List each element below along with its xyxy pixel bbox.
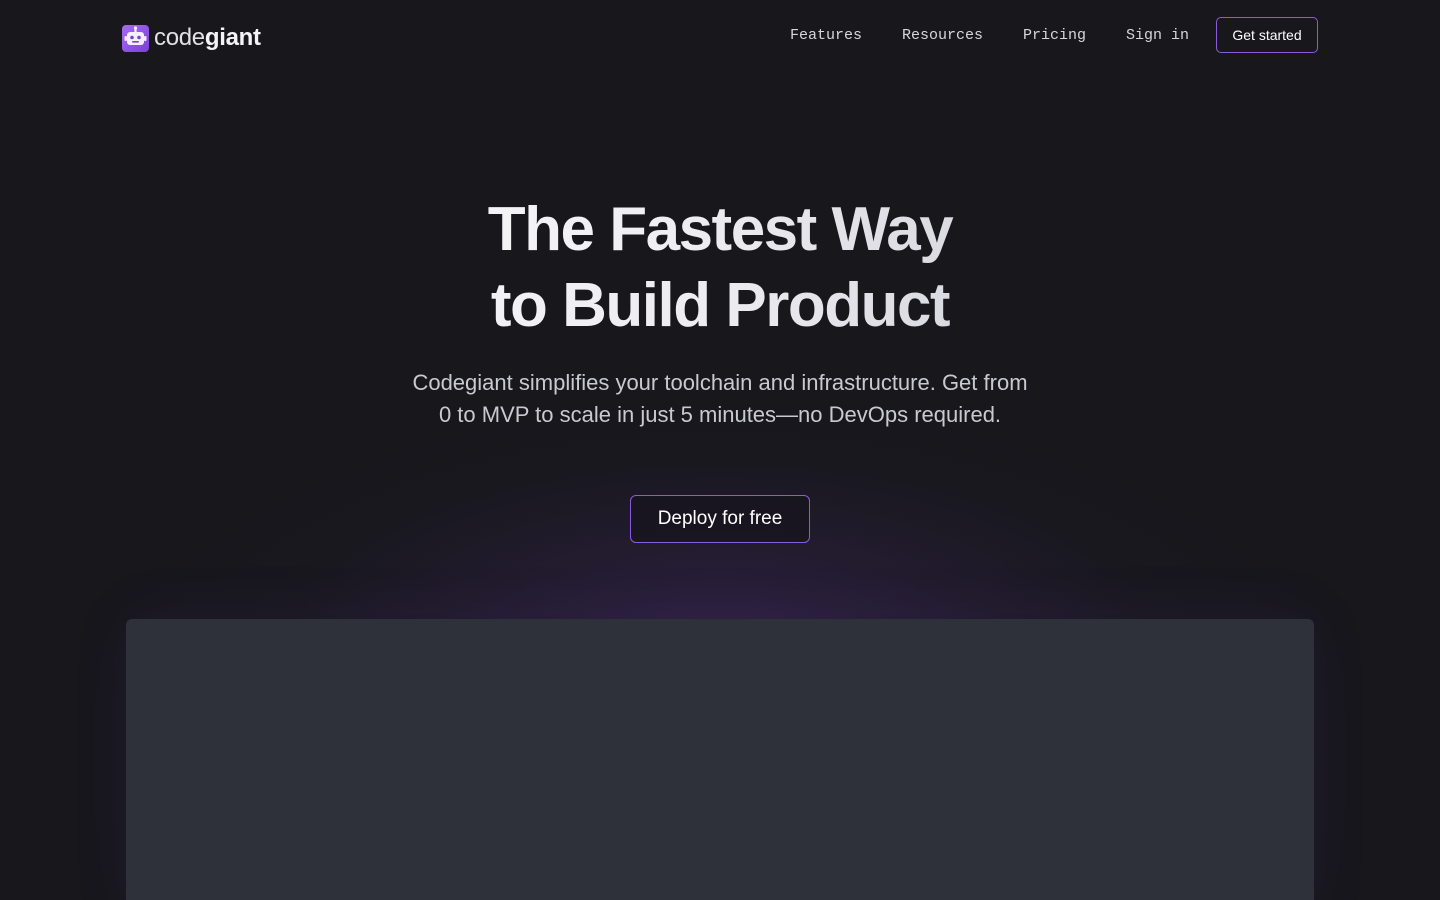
landing-page: codegiant Features Resources Pricing Sig… bbox=[0, 0, 1440, 900]
hero-subtitle: Codegiant simplifies your toolchain and … bbox=[412, 370, 1028, 427]
robot-logo-icon bbox=[122, 24, 149, 52]
brand-name-bold: giant bbox=[204, 24, 261, 51]
hero-title-line-1: The Fastest Way bbox=[0, 192, 1440, 268]
hero-title-line-2: to Build Product bbox=[0, 268, 1440, 344]
nav-link-features[interactable]: Features bbox=[790, 27, 862, 44]
get-started-button[interactable]: Get started bbox=[1216, 17, 1318, 53]
nav-links: Features Resources Pricing Sign in bbox=[790, 0, 1229, 72]
nav-link-pricing[interactable]: Pricing bbox=[1023, 27, 1086, 44]
brand-wordmark: codegiant bbox=[154, 24, 261, 52]
deploy-for-free-button[interactable]: Deploy for free bbox=[630, 495, 810, 543]
product-preview-panel bbox=[126, 619, 1314, 900]
top-navigation: codegiant Features Resources Pricing Sig… bbox=[0, 0, 1440, 72]
nav-link-sign-in[interactable]: Sign in bbox=[1126, 27, 1189, 44]
hero-title: The Fastest Way to Build Product bbox=[0, 192, 1440, 344]
nav-link-resources[interactable]: Resources bbox=[902, 27, 983, 44]
brand-logo[interactable]: codegiant bbox=[122, 24, 261, 52]
brand-name-light: code bbox=[154, 24, 205, 51]
